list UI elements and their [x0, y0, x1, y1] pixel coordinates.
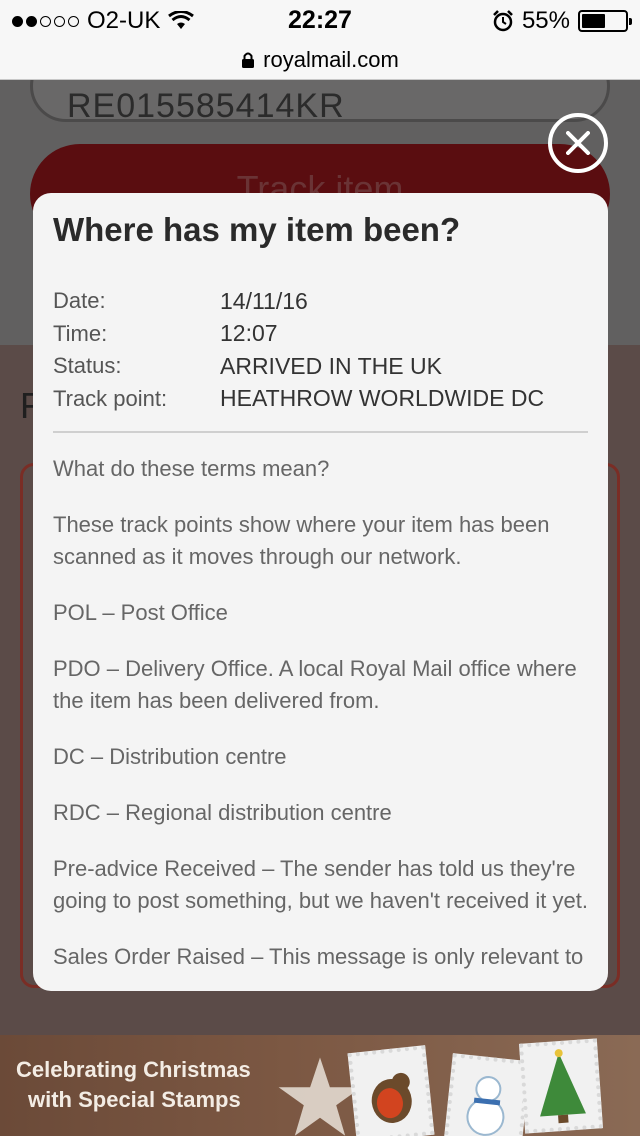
- detail-row-time: Time: 12:07: [53, 318, 544, 351]
- url-domain: royalmail.com: [263, 46, 399, 72]
- tracking-details: Date: 14/11/16 Time: 12:07 Status: ARRIV…: [53, 285, 544, 415]
- terms-paragraph: Pre-advice Received – The sender has tol…: [53, 856, 588, 913]
- close-modal-button[interactable]: [548, 113, 608, 173]
- detail-value: ARRIVED IN THE UK: [220, 352, 442, 379]
- terms-heading: What do these terms mean?: [53, 456, 330, 481]
- lock-icon: [242, 52, 255, 68]
- banner-text: Celebrating Christmas with Special Stamp…: [16, 1055, 251, 1115]
- christmas-tree-stamp-icon: [518, 1038, 604, 1134]
- detail-label: Track point:: [53, 385, 168, 411]
- terms-paragraph: POL – Post Office: [53, 600, 228, 625]
- snowman-stamp-icon: [443, 1053, 531, 1136]
- battery-icon: [578, 10, 632, 32]
- detail-value: 12:07: [220, 320, 278, 347]
- url-bar[interactable]: royalmail.com: [0, 40, 640, 80]
- battery-percent: 55%: [521, 7, 570, 34]
- close-icon: [566, 131, 590, 155]
- tracking-history-modal: Where has my item been? Date: 14/11/16 T…: [33, 193, 608, 991]
- status-bar: O2-UK 22:27 55%: [0, 0, 640, 40]
- banner-line-2: with Special Stamps: [28, 1087, 241, 1112]
- divider: [53, 431, 588, 433]
- terms-paragraph: These track points show where your item …: [53, 512, 550, 569]
- detail-value: 14/11/16: [220, 287, 308, 314]
- terms-explanation[interactable]: What do these terms mean? These track po…: [53, 453, 588, 991]
- terms-paragraph: DC – Distribution centre: [53, 744, 287, 769]
- tracking-number-input[interactable]: RE015585414KR: [30, 80, 610, 125]
- modal-title: Where has my item been?: [53, 211, 461, 248]
- detail-value: HEATHROW WORLDWIDE DC: [220, 385, 545, 412]
- detail-label: Time:: [53, 320, 108, 346]
- detail-row-status: Status: ARRIVED IN THE UK: [53, 350, 544, 383]
- battery-fill: [582, 14, 606, 28]
- robin-stamp-icon: [347, 1045, 435, 1136]
- detail-label: Status:: [53, 353, 122, 379]
- detail-row-date: Date: 14/11/16: [53, 285, 544, 318]
- terms-paragraph: Sales Order Raised – This message is onl…: [53, 944, 584, 969]
- detail-row-track-point: Track point: HEATHROW WORLDWIDE DC: [53, 383, 544, 416]
- status-right: 55%: [492, 7, 632, 35]
- banner-line-1: Celebrating Christmas: [16, 1057, 251, 1082]
- alarm-icon: [493, 10, 513, 32]
- detail-label: Date:: [53, 288, 106, 314]
- christmas-stamps-banner[interactable]: Celebrating Christmas with Special Stamp…: [0, 1035, 640, 1136]
- terms-paragraph: PDO – Delivery Office. A local Royal Mai…: [53, 656, 577, 713]
- terms-paragraph: RDC – Regional distribution centre: [53, 800, 392, 825]
